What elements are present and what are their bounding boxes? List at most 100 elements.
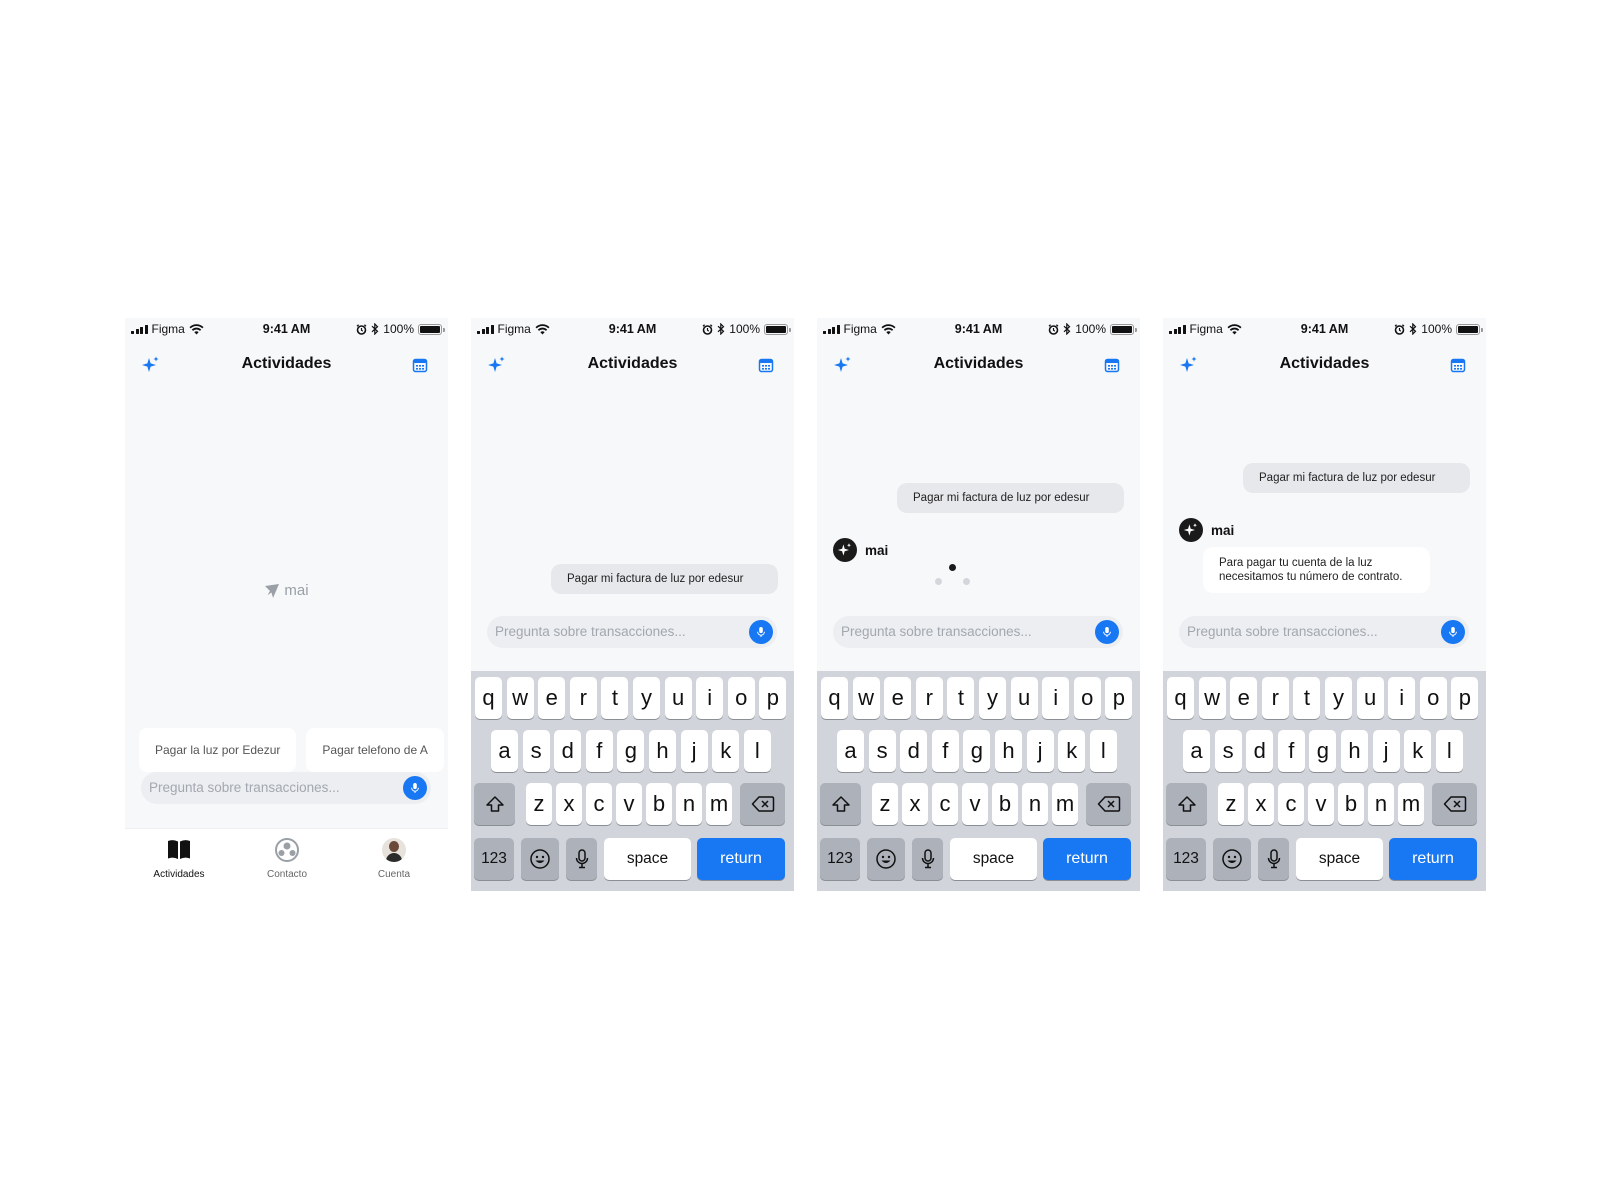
key-dictation[interactable] [566,838,597,880]
key-letter[interactable]: f [585,730,613,772]
key-letter[interactable]: e [1230,677,1258,719]
key-letter[interactable]: d [554,730,582,772]
key-letter[interactable]: s [1214,730,1242,772]
key-letter[interactable]: f [1277,730,1305,772]
key-letter[interactable]: u [664,677,692,719]
key-shift[interactable] [1166,783,1207,825]
key-letter[interactable]: s [868,730,896,772]
key-letter[interactable]: a [837,730,864,772]
key-letter[interactable]: h [649,730,676,772]
key-letter[interactable]: r [915,677,943,719]
key-letter[interactable]: t [1293,677,1321,719]
key-letter[interactable]: g [1309,730,1337,772]
key-emoji[interactable] [867,838,905,880]
key-letter[interactable]: d [900,730,928,772]
key-backspace[interactable] [1086,783,1131,825]
calendar-icon[interactable] [758,357,774,373]
key-letter[interactable]: v [616,783,642,825]
key-letter[interactable]: h [1341,730,1368,772]
key-letter[interactable]: r [1261,677,1289,719]
key-letter[interactable]: k [1404,730,1432,772]
key-letter[interactable]: g [963,730,991,772]
key-letter[interactable]: i [1388,677,1416,719]
key-letter[interactable]: z [1218,783,1244,825]
key-letter[interactable]: m [1398,783,1424,825]
key-letter[interactable]: e [538,677,566,719]
chat-input[interactable]: Pregunta sobre transacciones... [487,616,777,648]
key-letter[interactable]: s [522,730,550,772]
key-letter[interactable]: l [1089,730,1117,772]
key-letter[interactable]: k [1058,730,1086,772]
key-letter[interactable]: k [712,730,740,772]
key-letter[interactable]: h [995,730,1022,772]
key-letter[interactable]: z [526,783,552,825]
key-dictation[interactable] [912,838,943,880]
key-letter[interactable]: w [852,677,880,719]
key-letter[interactable]: b [1338,783,1364,825]
tab-actividades[interactable]: Actividades [125,836,233,880]
key-letter[interactable]: y [979,677,1006,719]
chat-input[interactable]: Pregunta sobre transacciones... [141,772,431,804]
key-numbers[interactable]: 123 [474,838,514,880]
key-letter[interactable]: r [569,677,597,719]
key-letter[interactable]: b [646,783,672,825]
key-letter[interactable]: m [706,783,732,825]
chat-input[interactable]: Pregunta sobre transacciones... [833,616,1123,648]
key-shift[interactable] [820,783,861,825]
key-emoji[interactable] [1213,838,1251,880]
tab-contacto[interactable]: Contacto [233,836,341,880]
key-letter[interactable]: w [1198,677,1226,719]
key-letter[interactable]: j [1026,730,1054,772]
key-space[interactable]: space [604,838,691,880]
key-return[interactable]: return [697,838,785,880]
key-letter[interactable]: v [962,783,988,825]
key-letter[interactable]: x [902,783,928,825]
key-letter[interactable]: u [1010,677,1038,719]
key-space[interactable]: space [950,838,1037,880]
key-letter[interactable]: u [1356,677,1384,719]
suggestion-chip[interactable]: Pagar telefono de A [306,728,444,772]
mic-button[interactable] [1095,620,1119,644]
key-letter[interactable]: p [1105,677,1133,719]
mic-button[interactable] [403,776,427,800]
key-letter[interactable]: b [992,783,1018,825]
mic-button[interactable] [749,620,773,644]
key-letter[interactable]: o [1419,677,1447,719]
key-letter[interactable]: g [617,730,645,772]
key-letter[interactable]: j [1372,730,1400,772]
key-letter[interactable]: c [586,783,612,825]
chat-input[interactable]: Pregunta sobre transacciones... [1179,616,1469,648]
key-dictation[interactable] [1258,838,1289,880]
key-letter[interactable]: j [680,730,708,772]
key-backspace[interactable] [740,783,785,825]
key-letter[interactable]: e [884,677,912,719]
key-letter[interactable]: c [932,783,958,825]
key-return[interactable]: return [1389,838,1477,880]
key-letter[interactable]: l [1435,730,1463,772]
key-letter[interactable]: t [947,677,975,719]
key-emoji[interactable] [521,838,559,880]
key-letter[interactable]: o [1073,677,1101,719]
key-letter[interactable]: o [727,677,755,719]
key-letter[interactable]: x [1248,783,1274,825]
key-letter[interactable]: x [556,783,582,825]
key-letter[interactable]: a [1183,730,1210,772]
key-numbers[interactable]: 123 [820,838,860,880]
key-shift[interactable] [474,783,515,825]
key-letter[interactable]: n [1368,783,1394,825]
key-letter[interactable]: q [475,677,502,719]
key-letter[interactable]: m [1052,783,1078,825]
key-letter[interactable]: f [931,730,959,772]
key-letter[interactable]: i [1042,677,1070,719]
calendar-icon[interactable] [412,357,428,373]
key-letter[interactable]: q [821,677,848,719]
key-backspace[interactable] [1432,783,1477,825]
key-letter[interactable]: n [1022,783,1048,825]
key-letter[interactable]: w [506,677,534,719]
key-letter[interactable]: y [633,677,660,719]
key-letter[interactable]: i [696,677,724,719]
key-letter[interactable]: l [743,730,771,772]
key-numbers[interactable]: 123 [1166,838,1206,880]
key-letter[interactable]: v [1308,783,1334,825]
tab-cuenta[interactable]: Cuenta [340,836,448,880]
